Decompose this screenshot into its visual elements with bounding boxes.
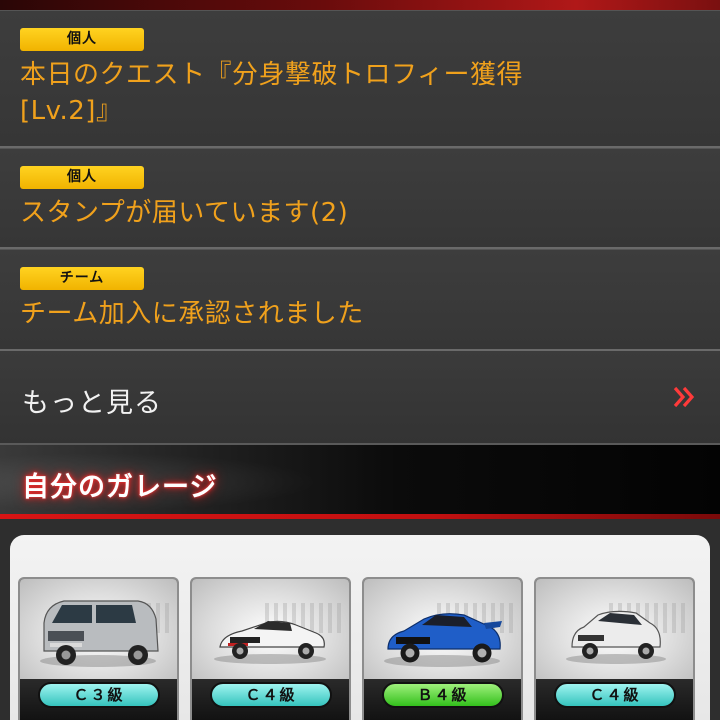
notice-tag: 個人	[20, 166, 144, 189]
notice-text: スタンプが届いています(2)	[20, 195, 680, 231]
notice-text-line: [Lv.2]』	[20, 96, 123, 126]
notice-text: 本日のクエスト『分身撃破トロフィー獲得 [Lv.2]』	[20, 57, 680, 129]
garage-header: 自分のガレージ	[0, 445, 720, 519]
car-grade-badge: Ｂ４級	[382, 682, 504, 708]
notice-text-line: チーム加入に承認されました	[20, 299, 364, 329]
car-grade-badge: Ｃ４級	[210, 682, 332, 708]
hatchback-image	[566, 610, 666, 664]
notice-item[interactable]: 個人 本日のクエスト『分身撃破トロフィー獲得 [Lv.2]』	[0, 10, 720, 148]
notice-text: チーム加入に承認されました	[20, 296, 680, 332]
double-chevron-right-icon	[673, 386, 695, 408]
van-image	[40, 600, 159, 667]
car-card[interactable]: Ｂ４級	[362, 577, 523, 720]
car-grade-badge: Ｃ３級	[38, 682, 160, 708]
sports-car-image	[214, 620, 326, 664]
more-button[interactable]: もっと見る	[0, 351, 720, 445]
car-card[interactable]: Ｃ４級	[534, 577, 695, 720]
coupe-image	[384, 613, 502, 667]
notice-text-line: スタンプが届いています(2)	[20, 198, 349, 228]
car-card[interactable]: Ｃ４級	[190, 577, 351, 720]
notice-tag: チーム	[20, 267, 144, 290]
notice-item[interactable]: 個人 スタンプが届いています(2)	[0, 148, 720, 249]
notice-text-line: 本日のクエスト『分身撃破トロフィー獲得	[20, 60, 523, 90]
garage-title: 自分のガレージ	[22, 472, 218, 503]
notice-tag: 個人	[20, 28, 144, 51]
app-screen: 個人 本日のクエスト『分身撃破トロフィー獲得 [Lv.2]』 個人 スタンプが届…	[0, 0, 720, 720]
car-card[interactable]: Ｃ３級	[18, 577, 179, 720]
car-grade-badge: Ｃ４級	[554, 682, 676, 708]
more-label: もっと見る	[22, 388, 162, 419]
notice-item[interactable]: チーム チーム加入に承認されました	[0, 249, 720, 351]
